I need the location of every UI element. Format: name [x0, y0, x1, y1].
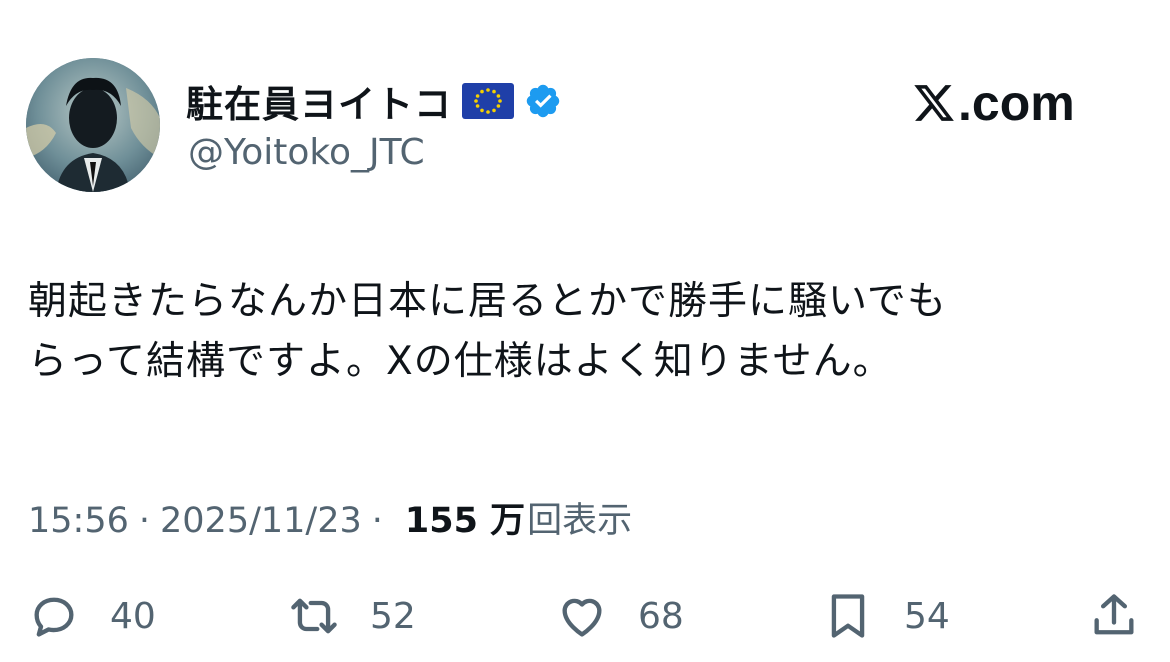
bookmark-button[interactable]: 54	[822, 584, 950, 648]
repost-icon	[291, 598, 337, 634]
verified-badge-icon	[524, 82, 562, 120]
share-button[interactable]	[1088, 584, 1140, 648]
tweet-meta: 15:56 · 2025/11/23 · 155 万 回表示	[28, 492, 632, 543]
user-handle[interactable]: @Yoitoko_JTC	[188, 132, 425, 173]
heart-icon	[562, 598, 602, 637]
views-label: 回表示	[527, 501, 633, 541]
tweet-date[interactable]: 2025/11/23	[160, 501, 362, 541]
reply-button[interactable]: 40	[28, 584, 156, 648]
display-name[interactable]: 駐在員ヨイトコ	[186, 74, 452, 128]
bookmark-count: 54	[904, 595, 950, 637]
repost-button[interactable]: 52	[288, 584, 416, 648]
brand-domain-text: .com	[958, 75, 1075, 131]
x-com-brand: .com	[912, 74, 1075, 132]
avatar[interactable]	[26, 58, 160, 192]
share-icon	[1094, 594, 1134, 635]
eu-flag-icon	[462, 83, 514, 119]
like-count: 68	[638, 595, 684, 637]
tweet-text: 朝起きたらなんか日本に居るとかで勝手に騒いでも らって結構ですよ。Xの仕様はよく…	[28, 279, 947, 384]
repost-count: 52	[370, 595, 416, 637]
separator: ·	[371, 501, 383, 541]
reply-icon	[34, 597, 74, 637]
action-bar: 40 52 68 54	[0, 584, 1170, 648]
reply-count: 40	[110, 595, 156, 637]
tweet-time[interactable]: 15:56	[28, 501, 129, 541]
x-logo-icon	[914, 85, 954, 121]
like-button[interactable]: 68	[556, 584, 684, 648]
separator: ·	[138, 501, 151, 541]
views-count: 155 万	[404, 501, 526, 541]
bookmark-icon	[831, 594, 865, 638]
display-name-row[interactable]: 駐在員ヨイトコ	[186, 74, 562, 128]
